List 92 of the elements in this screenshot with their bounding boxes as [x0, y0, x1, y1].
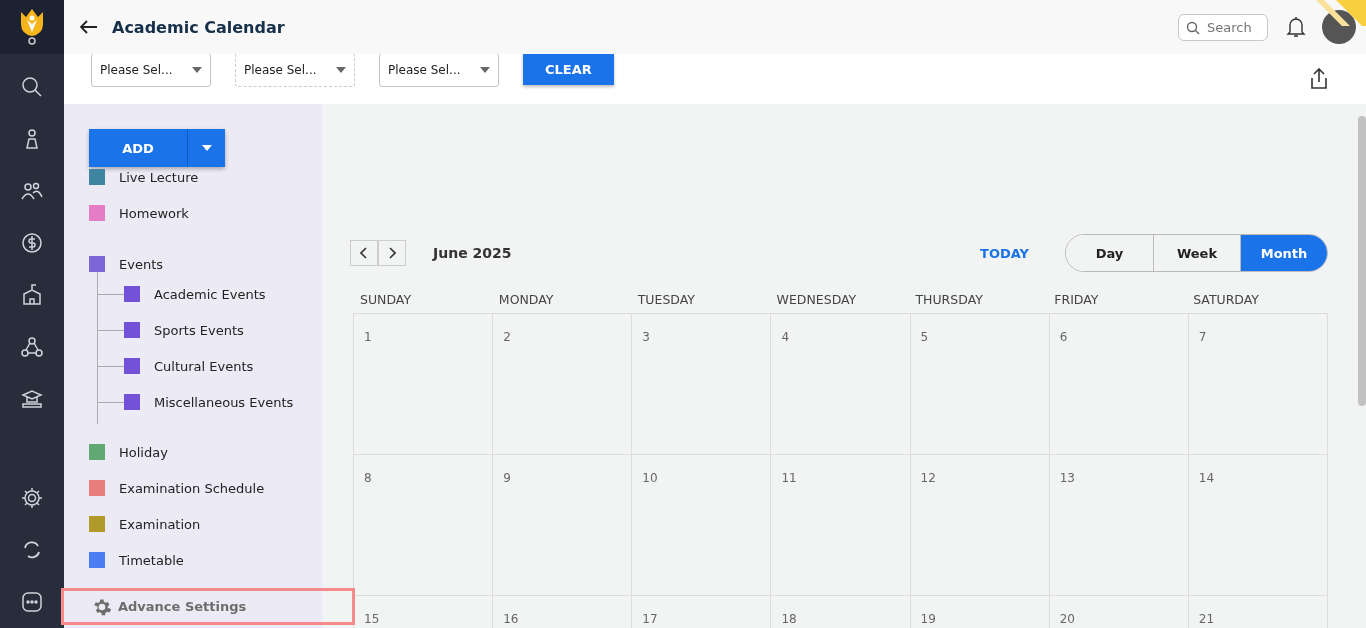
day-cell[interactable]: 4 [771, 314, 911, 455]
day-cell[interactable]: 11 [771, 455, 911, 596]
day-cell[interactable]: 7 [1188, 314, 1328, 455]
today-button[interactable]: TODAY [974, 244, 1035, 262]
day-cell[interactable]: 13 [1049, 455, 1189, 596]
legend-label[interactable]: Examination [119, 516, 201, 532]
day-cell[interactable]: 6 [1049, 314, 1189, 455]
day-number: 10 [642, 471, 658, 485]
caret-icon [480, 67, 490, 73]
weekday-header: WEDNESDAY [775, 292, 858, 307]
day-cell[interactable]: 2 [493, 314, 633, 455]
day-number: 19 [920, 612, 936, 626]
legend-label[interactable]: Live Lecture [119, 169, 199, 185]
day-number: 18 [781, 612, 797, 626]
legend-label[interactable]: Holiday [119, 444, 168, 460]
legend-label[interactable]: Examination Schedule [119, 480, 265, 496]
settings-icon[interactable] [20, 486, 44, 510]
back-arrow-icon[interactable] [80, 20, 98, 34]
weekday-header: FRIDAY [1053, 292, 1100, 307]
legend-label[interactable]: Timetable [119, 552, 184, 568]
day-number: 1 [364, 330, 372, 344]
add-button[interactable]: ADD [89, 129, 187, 167]
advance-settings-button[interactable]: Advance Settings [61, 588, 355, 625]
next-month-button[interactable] [378, 240, 406, 266]
chevron-right-icon [388, 247, 396, 259]
day-cell[interactable]: 16 [493, 596, 633, 628]
tulip-logo-icon [19, 8, 45, 46]
more-icon[interactable] [20, 590, 44, 614]
chevron-left-icon [360, 247, 368, 259]
legend-label[interactable]: Cultural Events [154, 358, 254, 374]
day-cell[interactable]: 14 [1188, 455, 1328, 596]
day-number: 21 [1198, 612, 1215, 626]
day-number: 4 [781, 330, 790, 344]
day-number: 12 [920, 471, 936, 485]
caret-icon [201, 145, 212, 151]
legend-label[interactable]: Sports Events [154, 322, 244, 338]
select-dropdown[interactable]: Please Sel... [91, 53, 211, 87]
day-number: 2 [503, 330, 511, 344]
previous-month-button[interactable] [350, 240, 378, 266]
search-icon [1186, 20, 1200, 35]
day-number: 16 [503, 612, 519, 626]
day-cell[interactable]: 18 [771, 596, 911, 628]
day-number: 5 [920, 330, 929, 344]
day-number: 8 [364, 471, 372, 485]
view-tab[interactable]: Month [1240, 235, 1327, 271]
day-number: 14 [1198, 471, 1215, 485]
day-number: 7 [1198, 330, 1207, 344]
day-cell[interactable]: 8 [354, 455, 494, 596]
network-icon[interactable] [20, 335, 44, 359]
share-icon[interactable] [1308, 68, 1330, 90]
day-cell[interactable]: 12 [910, 455, 1050, 596]
caret-icon [336, 67, 346, 73]
day-number: 9 [503, 471, 511, 485]
school-icon[interactable] [20, 283, 44, 307]
day-cell[interactable]: 21 [1188, 596, 1328, 628]
month-title: June 2025 [433, 245, 512, 261]
day-number: 15 [364, 612, 380, 626]
day-cell[interactable]: 9 [493, 455, 633, 596]
day-cell[interactable]: 1 [354, 314, 494, 455]
clear-button[interactable]: CLEAR [523, 53, 614, 85]
day-cell[interactable]: 3 [632, 314, 772, 455]
search-icon[interactable] [20, 75, 44, 99]
caret-icon [192, 67, 202, 73]
day-number: 6 [1059, 330, 1068, 344]
page-title: Academic Calendar [112, 17, 285, 37]
weekday-header: TUESDAY [636, 292, 696, 307]
day-cell[interactable]: 20 [1049, 596, 1189, 628]
bell-icon[interactable] [1286, 16, 1306, 38]
dollar-icon[interactable] [20, 231, 44, 255]
day-cell[interactable]: 10 [632, 455, 772, 596]
weekday-header: MONDAY [497, 292, 555, 307]
scrollbar[interactable] [1358, 104, 1366, 628]
day-cell[interactable]: 5 [910, 314, 1050, 455]
day-number: 13 [1059, 471, 1075, 485]
search-field[interactable]: Search [1178, 13, 1268, 41]
day-number: 20 [1059, 612, 1075, 626]
day-number: 11 [781, 471, 797, 485]
day-cell[interactable]: 15 [354, 596, 494, 628]
weekday-header: THURSDAY [914, 292, 984, 307]
weekday-header: SUNDAY [359, 292, 413, 307]
day-cell[interactable]: 17 [632, 596, 772, 628]
weekday-header: SATURDAY [1192, 292, 1260, 307]
legend-label[interactable]: Academic Events [154, 286, 266, 302]
add-dropdown-button[interactable] [187, 129, 225, 167]
legend-label[interactable]: Homework [119, 205, 189, 221]
day-number: 3 [642, 330, 650, 344]
legend-label[interactable]: Miscellaneous Events [154, 394, 294, 410]
legend-label[interactable]: Events [119, 256, 163, 272]
select-dropdown[interactable]: Please Sel... [379, 53, 499, 87]
day-cell[interactable]: 19 [910, 596, 1050, 628]
graduation-cap-icon[interactable] [20, 387, 44, 411]
day-number: 17 [642, 612, 658, 626]
